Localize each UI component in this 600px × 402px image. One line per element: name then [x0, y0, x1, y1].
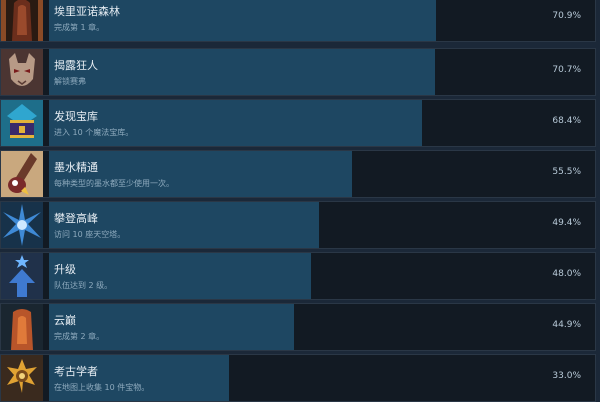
unlock-percentage: 70.7% — [552, 65, 581, 75]
unlock-percentage: 44.9% — [552, 320, 581, 330]
progress-bar — [49, 100, 422, 146]
achievement-description: 队伍达到 2 级。 — [54, 281, 113, 290]
unlock-percentage: 49.4% — [552, 218, 581, 228]
progress-bar — [49, 304, 294, 350]
level-up-arrow-icon — [1, 253, 43, 299]
achievement-title: 揭露狂人 — [54, 59, 98, 72]
treasure-chest-icon — [1, 100, 43, 146]
achievement-row[interactable]: 考古学者 在地图上收集 10 件宝物。 33.0% — [0, 354, 596, 402]
achievement-description: 完成第 1 章。 — [54, 23, 105, 32]
ink-quill-icon — [1, 151, 43, 197]
achievement-title: 发现宝库 — [54, 110, 98, 123]
achievement-list: 埃里亚诺森林 完成第 1 章。 70.9% 揭露狂人 解锁赛弗 70.7% 发现… — [0, 0, 600, 402]
achievement-row[interactable]: 墨水精通 每种类型的墨水都至少使用一次。 55.5% — [0, 150, 596, 198]
unlock-percentage: 70.9% — [552, 11, 581, 21]
orange-creature-icon — [1, 304, 43, 350]
achievement-row[interactable]: 云巅 完成第 2 章。 44.9% — [0, 303, 596, 351]
masked-face-icon — [1, 49, 43, 95]
achievement-row[interactable]: 发现宝库 进入 10 个魔法宝库。 68.4% — [0, 99, 596, 147]
achievement-row[interactable]: 攀登高峰 访问 10 座天空塔。 49.4% — [0, 201, 596, 249]
achievement-row[interactable]: 升级 队伍达到 2 级。 48.0% — [0, 252, 596, 300]
achievement-title: 埃里亚诺森林 — [54, 5, 120, 18]
achievement-description: 在地图上收集 10 件宝物。 — [54, 383, 150, 392]
unlock-percentage: 55.5% — [552, 167, 581, 177]
achievement-title: 云巅 — [54, 314, 76, 327]
achievement-row[interactable]: 埃里亚诺森林 完成第 1 章。 70.9% — [0, 0, 596, 42]
achievement-description: 解锁赛弗 — [54, 77, 86, 86]
achievement-row[interactable]: 揭露狂人 解锁赛弗 70.7% — [0, 48, 596, 96]
unlock-percentage: 68.4% — [552, 116, 581, 126]
achievement-description: 进入 10 个魔法宝库。 — [54, 128, 134, 137]
achievement-title: 墨水精通 — [54, 161, 98, 174]
achievement-description: 每种类型的墨水都至少使用一次。 — [54, 179, 174, 188]
achievement-title: 攀登高峰 — [54, 212, 98, 225]
achievement-title: 考古学者 — [54, 365, 98, 378]
unlock-percentage: 33.0% — [552, 371, 581, 381]
blue-burst-icon — [1, 202, 43, 248]
achievement-description: 完成第 2 章。 — [54, 332, 105, 341]
unlock-percentage: 48.0% — [552, 269, 581, 279]
progress-bar — [49, 49, 435, 95]
golden-relic-icon — [1, 355, 43, 401]
achievement-description: 访问 10 座天空塔。 — [54, 230, 126, 239]
progress-bar — [49, 253, 311, 299]
achievement-title: 升级 — [54, 263, 76, 276]
brown-creature-icon — [1, 0, 43, 41]
